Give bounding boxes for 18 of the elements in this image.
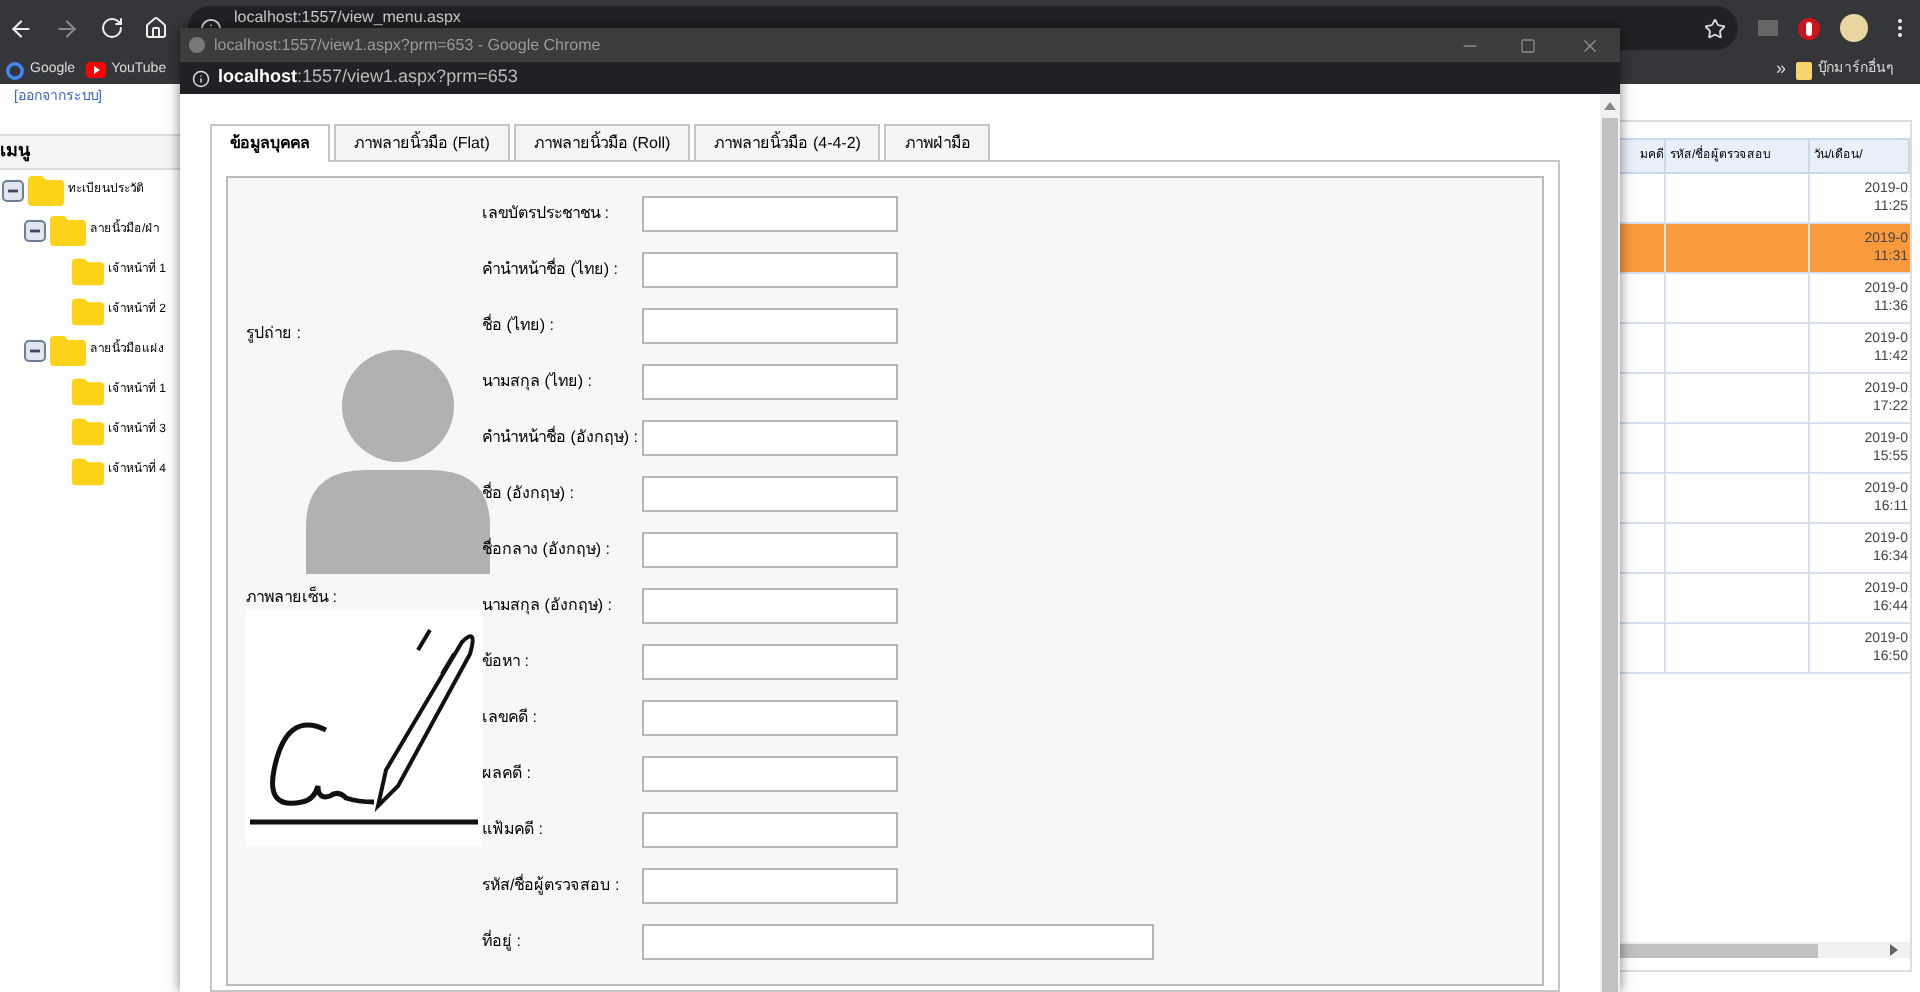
field-label: ชื่อกลาง (อังกฤษ) :: [482, 538, 612, 562]
field-label: รหัส/ชื่อผู้ตรวจสอบ :: [482, 874, 622, 898]
field-label: นามสกุล (อังกฤษ) :: [482, 594, 614, 618]
field-label: ข้อหา :: [482, 650, 531, 674]
field-label: เลขคดี :: [482, 706, 539, 730]
field-label: แฟ้มคดี :: [482, 818, 545, 842]
signature-label: ภาพลายเซ็น :: [246, 586, 339, 610]
field-label: เลขบัตรประชาชน :: [482, 202, 611, 226]
field-label: นามสกุล (ไทย) :: [482, 370, 594, 394]
field-label: คำนำหน้าชื่อ (อังกฤษ) :: [482, 426, 640, 450]
window-title: localhost:1557/view1.aspx?prm=653 - Google Chrome: [214, 33, 603, 57]
field-label: ชื่อ (ไทย) :: [482, 314, 556, 338]
photo-label: รูปถ่าย :: [246, 322, 303, 346]
menu-header: เมนู: [0, 133, 180, 169]
field-label: ชื่อ (อังกฤษ) :: [482, 482, 576, 506]
field-label: ผลคดี :: [482, 762, 533, 786]
field-label: ที่อยู่ :: [482, 930, 523, 954]
field-label: คำนำหน้าชื่อ (ไทย) :: [482, 258, 620, 282]
